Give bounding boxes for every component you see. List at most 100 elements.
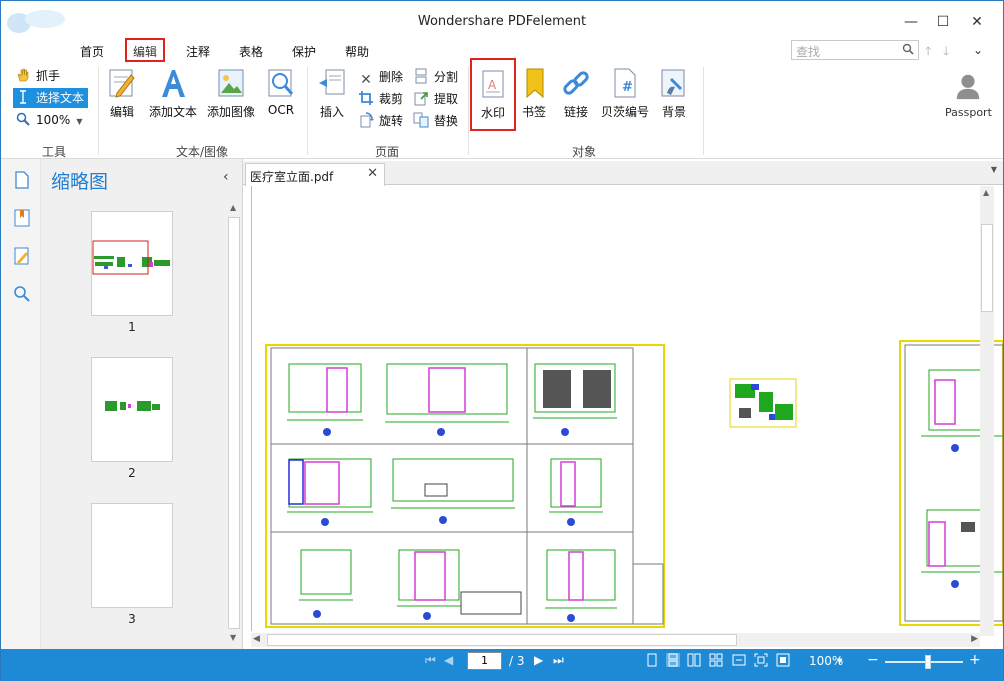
- hand-tool-button[interactable]: 抓手: [15, 67, 60, 87]
- scrollbar-thumb[interactable]: [981, 224, 993, 312]
- zoom-slider-track[interactable]: [885, 655, 963, 669]
- bates-number-icon: #: [614, 68, 636, 98]
- crop-page-button[interactable]: 裁剪: [358, 90, 403, 110]
- extract-label: 提取: [434, 92, 459, 106]
- extract-page-button[interactable]: 提取: [413, 90, 458, 110]
- add-text-icon: [162, 70, 185, 97]
- ribbon: 抓手 选择文本 100% ▼ 工具 编辑 添加文本 添加图像 OCR 文本/图像: [1, 58, 1003, 159]
- menu-protect[interactable]: 保护: [292, 43, 316, 60]
- annotation-panel-icon[interactable]: [13, 247, 31, 265]
- document-horizontal-scrollbar[interactable]: ◀ ▶: [251, 633, 980, 647]
- search-panel-icon[interactable]: [13, 285, 31, 303]
- two-page-continuous-icon[interactable]: [709, 653, 723, 667]
- ocr-button[interactable]: OCR: [265, 67, 297, 117]
- thumbnail-page-1[interactable]: [91, 211, 173, 316]
- document-tab[interactable]: 医疗室立面.pdf ✕: [245, 163, 385, 186]
- menu-annotate[interactable]: 注释: [186, 43, 210, 60]
- thumbnail-page-3[interactable]: [91, 503, 173, 608]
- ocr-icon: [268, 69, 294, 97]
- zoom-in-button[interactable]: +: [969, 652, 981, 668]
- status-bar: ⏮ ◀ 1 / 3 ▶ ⏭ 100% ▼ − +: [1, 649, 1003, 681]
- minimize-button[interactable]: —: [896, 11, 926, 33]
- bookmark-button[interactable]: 书签: [520, 67, 548, 120]
- menu-help[interactable]: 帮助: [345, 43, 369, 60]
- single-page-view-icon[interactable]: [645, 653, 659, 667]
- maximize-button[interactable]: ☐: [928, 11, 958, 33]
- add-image-button[interactable]: 添加图像: [205, 67, 257, 120]
- search-prev-icon[interactable]: 🡑: [925, 42, 931, 63]
- insert-page-icon: [319, 69, 345, 95]
- link-button[interactable]: 链接: [561, 67, 591, 120]
- replace-page-button[interactable]: 替换: [413, 112, 458, 132]
- search-icon[interactable]: [902, 43, 914, 55]
- scroll-up-icon[interactable]: ▲: [230, 203, 236, 212]
- link-label: 链接: [563, 105, 588, 119]
- user-avatar-icon: [956, 74, 980, 100]
- zoom-slider-handle[interactable]: [924, 655, 931, 669]
- document-tab-title: 医疗室立面.pdf: [250, 170, 334, 184]
- prev-page-icon[interactable]: ◀: [444, 653, 453, 667]
- fit-page-icon[interactable]: [754, 653, 768, 667]
- page-number-input[interactable]: 1: [467, 652, 502, 670]
- edit-button[interactable]: 编辑: [107, 67, 137, 120]
- scrollbar-thumb[interactable]: [267, 634, 737, 646]
- document-vertical-scrollbar[interactable]: ▲: [980, 186, 994, 636]
- insert-page-button[interactable]: 插入: [317, 67, 347, 120]
- select-text-button[interactable]: 选择文本: [13, 88, 89, 108]
- edit-label: 编辑: [109, 105, 134, 119]
- search-next-icon[interactable]: 🡓: [943, 42, 949, 63]
- scroll-right-icon[interactable]: ▶: [971, 634, 978, 644]
- page-edge: [251, 186, 252, 631]
- close-button[interactable]: ✕: [962, 11, 992, 33]
- next-page-icon[interactable]: ▶: [534, 653, 543, 667]
- thumbnail-page-2[interactable]: [91, 357, 173, 462]
- rotate-page-button[interactable]: 旋转: [358, 112, 403, 132]
- zoom-out-button[interactable]: −: [867, 652, 879, 668]
- zoom-dropdown-icon[interactable]: ▼: [837, 657, 842, 665]
- thumbnail-page-number: 1: [128, 320, 136, 334]
- select-text-label: 选择文本: [36, 91, 85, 105]
- bates-numbering-button[interactable]: # 贝茨编号: [599, 67, 651, 120]
- background-icon: [661, 69, 685, 97]
- fullscreen-icon[interactable]: [776, 653, 790, 667]
- group-label-pages: 页面: [374, 145, 399, 159]
- thumbnail-page-number: 3: [128, 612, 136, 626]
- fit-width-icon[interactable]: [732, 653, 746, 667]
- page-icon[interactable]: [13, 171, 31, 189]
- zoom-dropdown[interactable]: 100% ▼: [15, 111, 82, 131]
- watermark-button[interactable]: A 水印: [470, 58, 516, 131]
- ribbon-divider: [98, 67, 99, 155]
- scroll-up-icon[interactable]: ▲: [983, 188, 989, 197]
- tab-list-icon[interactable]: ▼: [991, 165, 997, 174]
- menu-form[interactable]: 表格: [239, 43, 263, 60]
- add-text-button[interactable]: 添加文本: [147, 67, 199, 120]
- continuous-view-icon[interactable]: [666, 653, 680, 667]
- background-button[interactable]: 背景: [659, 67, 689, 120]
- first-page-icon[interactable]: ⏮: [425, 653, 436, 668]
- side-panel-strip: [1, 159, 41, 649]
- thumbnail-scrollbar[interactable]: ▲ ▼: [227, 203, 241, 645]
- document-tab-bar: 医疗室立面.pdf ✕ ▼: [243, 161, 1003, 186]
- group-label-objects: 对象: [571, 145, 596, 159]
- split-icon: [415, 68, 427, 84]
- last-page-icon[interactable]: ⏭: [553, 653, 564, 668]
- drawing-page: [265, 344, 665, 628]
- scroll-left-icon[interactable]: ◀: [253, 634, 260, 644]
- document-view[interactable]: ▲ ◀ ▶: [243, 186, 1003, 649]
- scroll-down-icon[interactable]: ▼: [230, 633, 236, 642]
- passport-button[interactable]: Passport: [945, 71, 992, 119]
- hand-icon: [17, 68, 29, 82]
- scrollbar-thumb[interactable]: [228, 217, 240, 629]
- collapse-panel-icon[interactable]: ‹: [223, 169, 229, 185]
- two-page-view-icon[interactable]: [687, 653, 701, 667]
- close-tab-icon[interactable]: ✕: [367, 166, 378, 181]
- delete-page-button[interactable]: ✕ 删除: [358, 68, 403, 88]
- ribbon-collapse-icon[interactable]: ⌄: [963, 39, 993, 61]
- menu-home[interactable]: 首页: [80, 43, 104, 60]
- split-page-button[interactable]: 分割: [413, 68, 458, 88]
- bookmark-icon: [526, 68, 544, 99]
- bookmark-panel-icon[interactable]: [13, 209, 31, 227]
- search-input[interactable]: 查找: [791, 40, 919, 60]
- zoom-value: 100%: [36, 113, 71, 127]
- menu-edit[interactable]: 编辑: [125, 38, 166, 62]
